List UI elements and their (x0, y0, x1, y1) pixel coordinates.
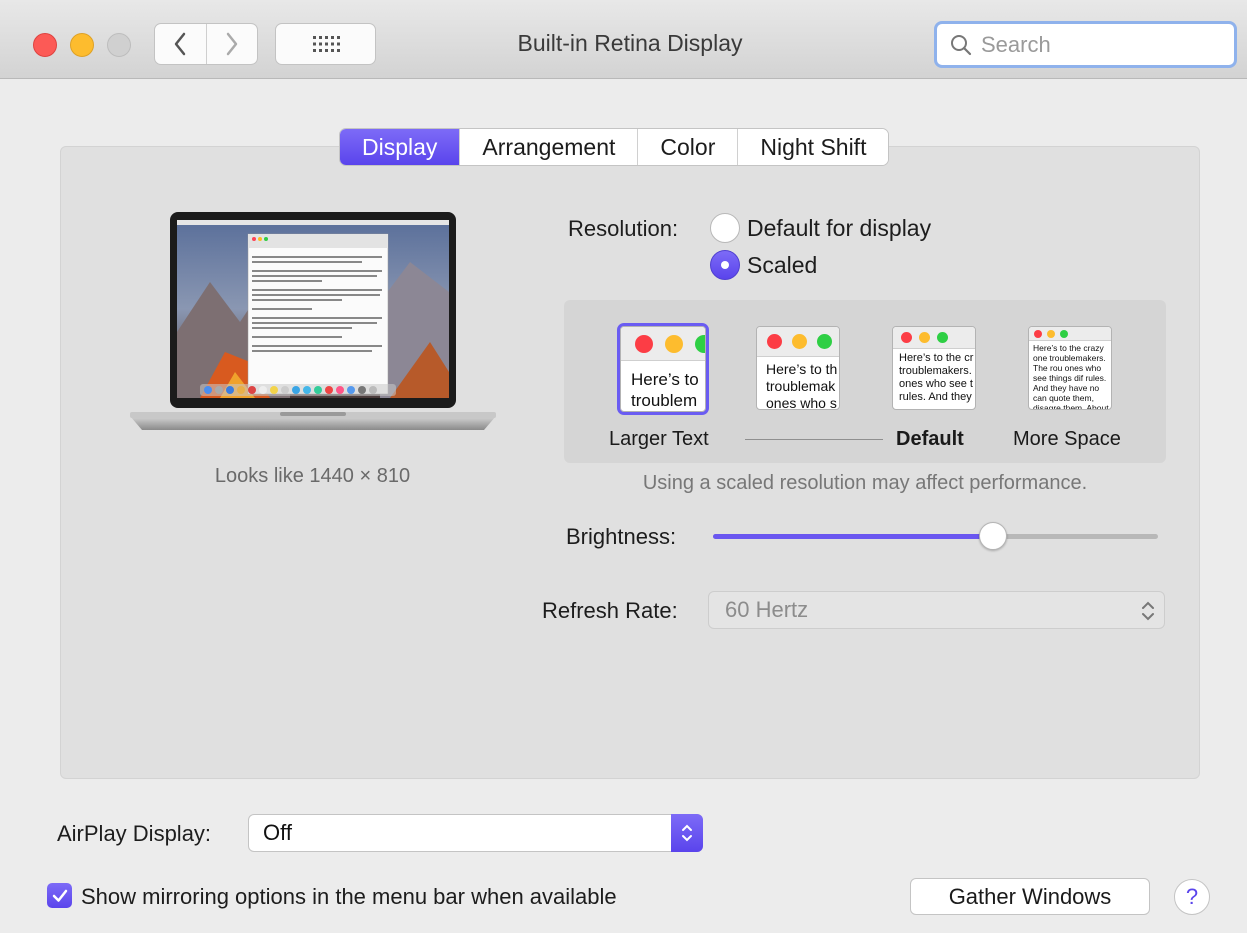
chevron-updown-icon (1142, 601, 1154, 621)
tab-night-shift[interactable]: Night Shift (737, 129, 889, 165)
chevron-right-icon (226, 32, 237, 56)
scale-preview-text: Here’s to the cr troublemakers. ones who… (899, 352, 974, 403)
show-all-button[interactable] (275, 23, 376, 65)
zoom-window-button[interactable] (107, 33, 131, 57)
scale-option-more-space[interactable]: Here’s to the crazy one troublemakers. T… (1028, 326, 1112, 410)
scale-preview-text: Here’s to the crazy one troublemakers. T… (1033, 343, 1109, 410)
search-icon (951, 34, 972, 55)
laptop-image (130, 212, 496, 430)
scale-option-default[interactable]: Here’s to the cr troublemakers. ones who… (892, 326, 976, 410)
title-bar: Built-in Retina Display (0, 0, 1247, 79)
checkmark-icon (52, 889, 67, 902)
airplay-label: AirPlay Display: (57, 821, 212, 846)
show-mirroring-label[interactable]: Show mirroring options in the menu bar w… (81, 884, 617, 910)
search-field[interactable] (934, 21, 1237, 68)
tab-bar: Display Arrangement Color Night Shift (339, 128, 890, 166)
tab-display[interactable]: Display (340, 129, 460, 165)
default-for-display-radio[interactable] (710, 213, 740, 243)
forward-button[interactable] (205, 24, 258, 64)
back-button[interactable] (155, 24, 206, 64)
default-label: Default (896, 428, 964, 450)
help-button[interactable]: ? (1174, 879, 1210, 915)
tab-arrangement[interactable]: Arrangement (459, 129, 638, 165)
window-title: Built-in Retina Display (517, 30, 743, 56)
grid-icon (312, 36, 340, 52)
chevron-updown-icon (682, 824, 692, 842)
refresh-rate-select[interactable]: 60 Hertz (708, 591, 1165, 629)
performance-note: Using a scaled resolution may affect per… (642, 472, 1088, 494)
scale-divider (745, 439, 883, 440)
scale-option-larger-text[interactable]: Here’s to troublem (617, 323, 709, 415)
search-input[interactable] (981, 31, 1221, 58)
show-mirroring-checkbox[interactable] (47, 883, 72, 908)
minimize-window-button[interactable] (70, 33, 94, 57)
tab-color[interactable]: Color (637, 129, 738, 165)
larger-text-label: Larger Text (609, 428, 709, 450)
navigation-buttons (154, 23, 258, 65)
scaled-radio[interactable] (710, 250, 740, 280)
airplay-stepper[interactable] (671, 814, 703, 852)
scaled-label: Scaled (747, 252, 818, 278)
airplay-value: Off (263, 820, 292, 845)
chevron-left-icon (175, 32, 186, 56)
brightness-label: Brightness: (566, 524, 677, 549)
brightness-slider-fill (713, 534, 994, 539)
close-window-button[interactable] (33, 33, 57, 57)
scale-option-2[interactable]: Here’s to th troublemak ones who s (756, 326, 840, 410)
airplay-select[interactable]: Off (248, 814, 703, 852)
more-space-label: More Space (1013, 428, 1121, 450)
refresh-rate-label: Refresh Rate: (542, 598, 678, 623)
resolution-readout: Looks like 1440 × 810 (214, 465, 411, 487)
default-for-display-label: Default for display (747, 215, 932, 241)
gather-windows-button[interactable]: Gather Windows (910, 878, 1150, 915)
refresh-rate-value: 60 Hertz (725, 597, 809, 622)
scale-preview-text: Here’s to th troublemak ones who s (766, 361, 838, 410)
scale-preview-text: Here’s to troublem (631, 370, 699, 410)
resolution-label: Resolution: (568, 216, 679, 241)
